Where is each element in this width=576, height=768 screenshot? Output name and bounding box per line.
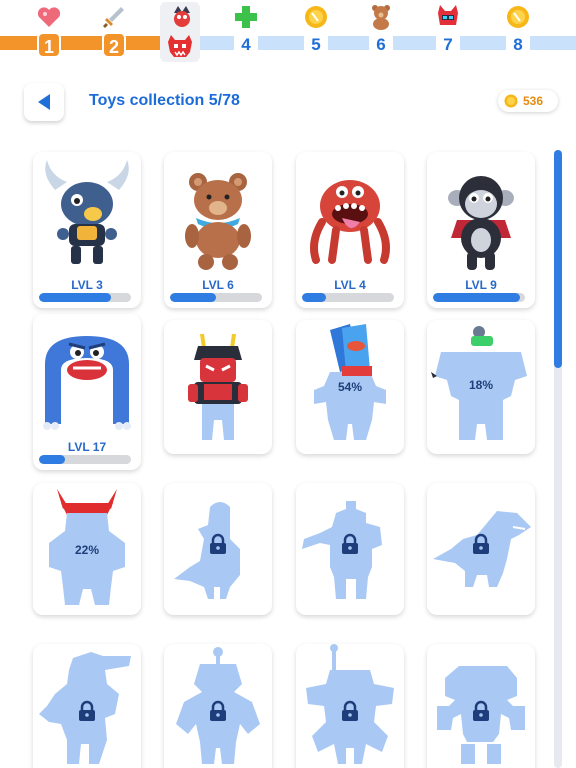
- vampire-monkey-toy: [448, 176, 514, 270]
- sword-icon: [99, 2, 129, 32]
- coin-icon: [504, 94, 518, 108]
- lock-icon: [210, 700, 226, 721]
- unlock-progress: 54%: [337, 380, 363, 394]
- progress-step-2[interactable]: 2: [96, 2, 132, 64]
- level-progress-fill: [433, 293, 521, 302]
- toy-card-card-robot[interactable]: 54%: [296, 320, 404, 454]
- scrollbar-thumb[interactable]: [554, 150, 562, 368]
- red-crab-monster-toy: [310, 180, 390, 264]
- toy-card-blue-arch-monster[interactable]: LVL 17: [33, 314, 141, 470]
- step-number: 8: [506, 32, 530, 58]
- red-monster-icon: [167, 2, 197, 32]
- level-progress-bar: [433, 293, 525, 302]
- page-title: Toys collection 5/78: [89, 92, 240, 109]
- progress-step-5[interactable]: 5: [298, 2, 334, 64]
- progress-step-7[interactable]: 7: [430, 2, 466, 64]
- toy-level: LVL 17: [67, 440, 107, 454]
- toy-level: LVL 6: [202, 278, 234, 292]
- toy-level: LVL 3: [71, 278, 103, 292]
- green-cross-icon: [231, 2, 261, 32]
- toy-card-gunner-robot[interactable]: [296, 483, 404, 615]
- lock-icon: [473, 700, 489, 721]
- toy-card-samurai-robot[interactable]: [164, 320, 272, 454]
- toy-card-block-golem[interactable]: [427, 644, 535, 768]
- samurai-robot-toy: [188, 334, 248, 440]
- step-number: 2: [102, 32, 126, 58]
- step-number: 4: [234, 32, 258, 58]
- toy-card-crocodile[interactable]: [33, 644, 141, 768]
- back-arrow-icon: [38, 94, 50, 110]
- toy-card-horned-robot[interactable]: 22%: [33, 483, 141, 615]
- level-progress-fill: [39, 455, 65, 464]
- unlock-progress: 18%: [468, 378, 494, 392]
- toy-card-antenna-robot[interactable]: [164, 644, 272, 768]
- progress-step-4[interactable]: 4: [228, 2, 264, 64]
- progress-step-current[interactable]: [160, 0, 200, 66]
- horned-bull-toy: [45, 160, 129, 264]
- progress-track: 1 2 4 5 6 7 8: [0, 0, 576, 66]
- level-progress-bar: [170, 293, 262, 302]
- toys-collection-screen: 1 2 4 5 6 7 8 Toys collection 5/78 536 L…: [0, 0, 576, 768]
- progress-step-6[interactable]: 6: [363, 2, 399, 64]
- lock-icon: [473, 533, 489, 554]
- coin-icon: [503, 2, 533, 32]
- blue-arch-monster-toy: [43, 336, 131, 430]
- lock-icon: [342, 533, 358, 554]
- step-number: 1: [37, 32, 61, 58]
- back-button[interactable]: [24, 83, 64, 121]
- toy-card-bird[interactable]: [164, 483, 272, 615]
- coin-icon: [301, 2, 331, 32]
- red-robot-icon: [433, 2, 463, 32]
- track-line-done: [0, 36, 160, 50]
- toy-card-mech-pilot[interactable]: 18%: [427, 320, 535, 454]
- level-progress-bar: [39, 455, 131, 464]
- step-number: 6: [369, 32, 393, 58]
- red-monster-badge-icon: [166, 34, 194, 58]
- toy-card-walker-mech[interactable]: [296, 644, 404, 768]
- toy-card-teddy-bear[interactable]: LVL 6: [164, 152, 272, 308]
- progress-step-8[interactable]: 8: [500, 2, 536, 64]
- step-number: 5: [304, 32, 328, 58]
- teddy-bear-toy: [185, 173, 251, 270]
- toy-card-vampire-monkey[interactable]: LVL 9: [427, 152, 535, 308]
- level-progress-bar: [39, 293, 131, 302]
- level-progress-bar: [302, 293, 394, 302]
- coin-count: 536: [523, 94, 544, 108]
- lock-icon: [79, 700, 95, 721]
- progress-step-1[interactable]: 1: [31, 2, 67, 64]
- toy-level: LVL 4: [334, 278, 366, 292]
- heart-icon: [34, 2, 64, 32]
- coin-balance[interactable]: 536: [498, 90, 558, 112]
- lock-icon: [342, 700, 358, 721]
- scrollbar[interactable]: [554, 150, 562, 768]
- toy-card-dinosaur[interactable]: [427, 483, 535, 615]
- level-progress-fill: [302, 293, 326, 302]
- toy-level: LVL 9: [465, 278, 497, 292]
- toy-card-red-crab-monster[interactable]: LVL 4: [296, 152, 404, 308]
- unlock-progress: 22%: [74, 543, 100, 557]
- level-progress-fill: [170, 293, 216, 302]
- toy-card-horned-bull[interactable]: LVL 3: [33, 152, 141, 308]
- level-progress-fill: [39, 293, 111, 302]
- lock-icon: [210, 533, 226, 554]
- step-number: 7: [436, 32, 460, 58]
- teddy-bear-icon: [366, 2, 396, 32]
